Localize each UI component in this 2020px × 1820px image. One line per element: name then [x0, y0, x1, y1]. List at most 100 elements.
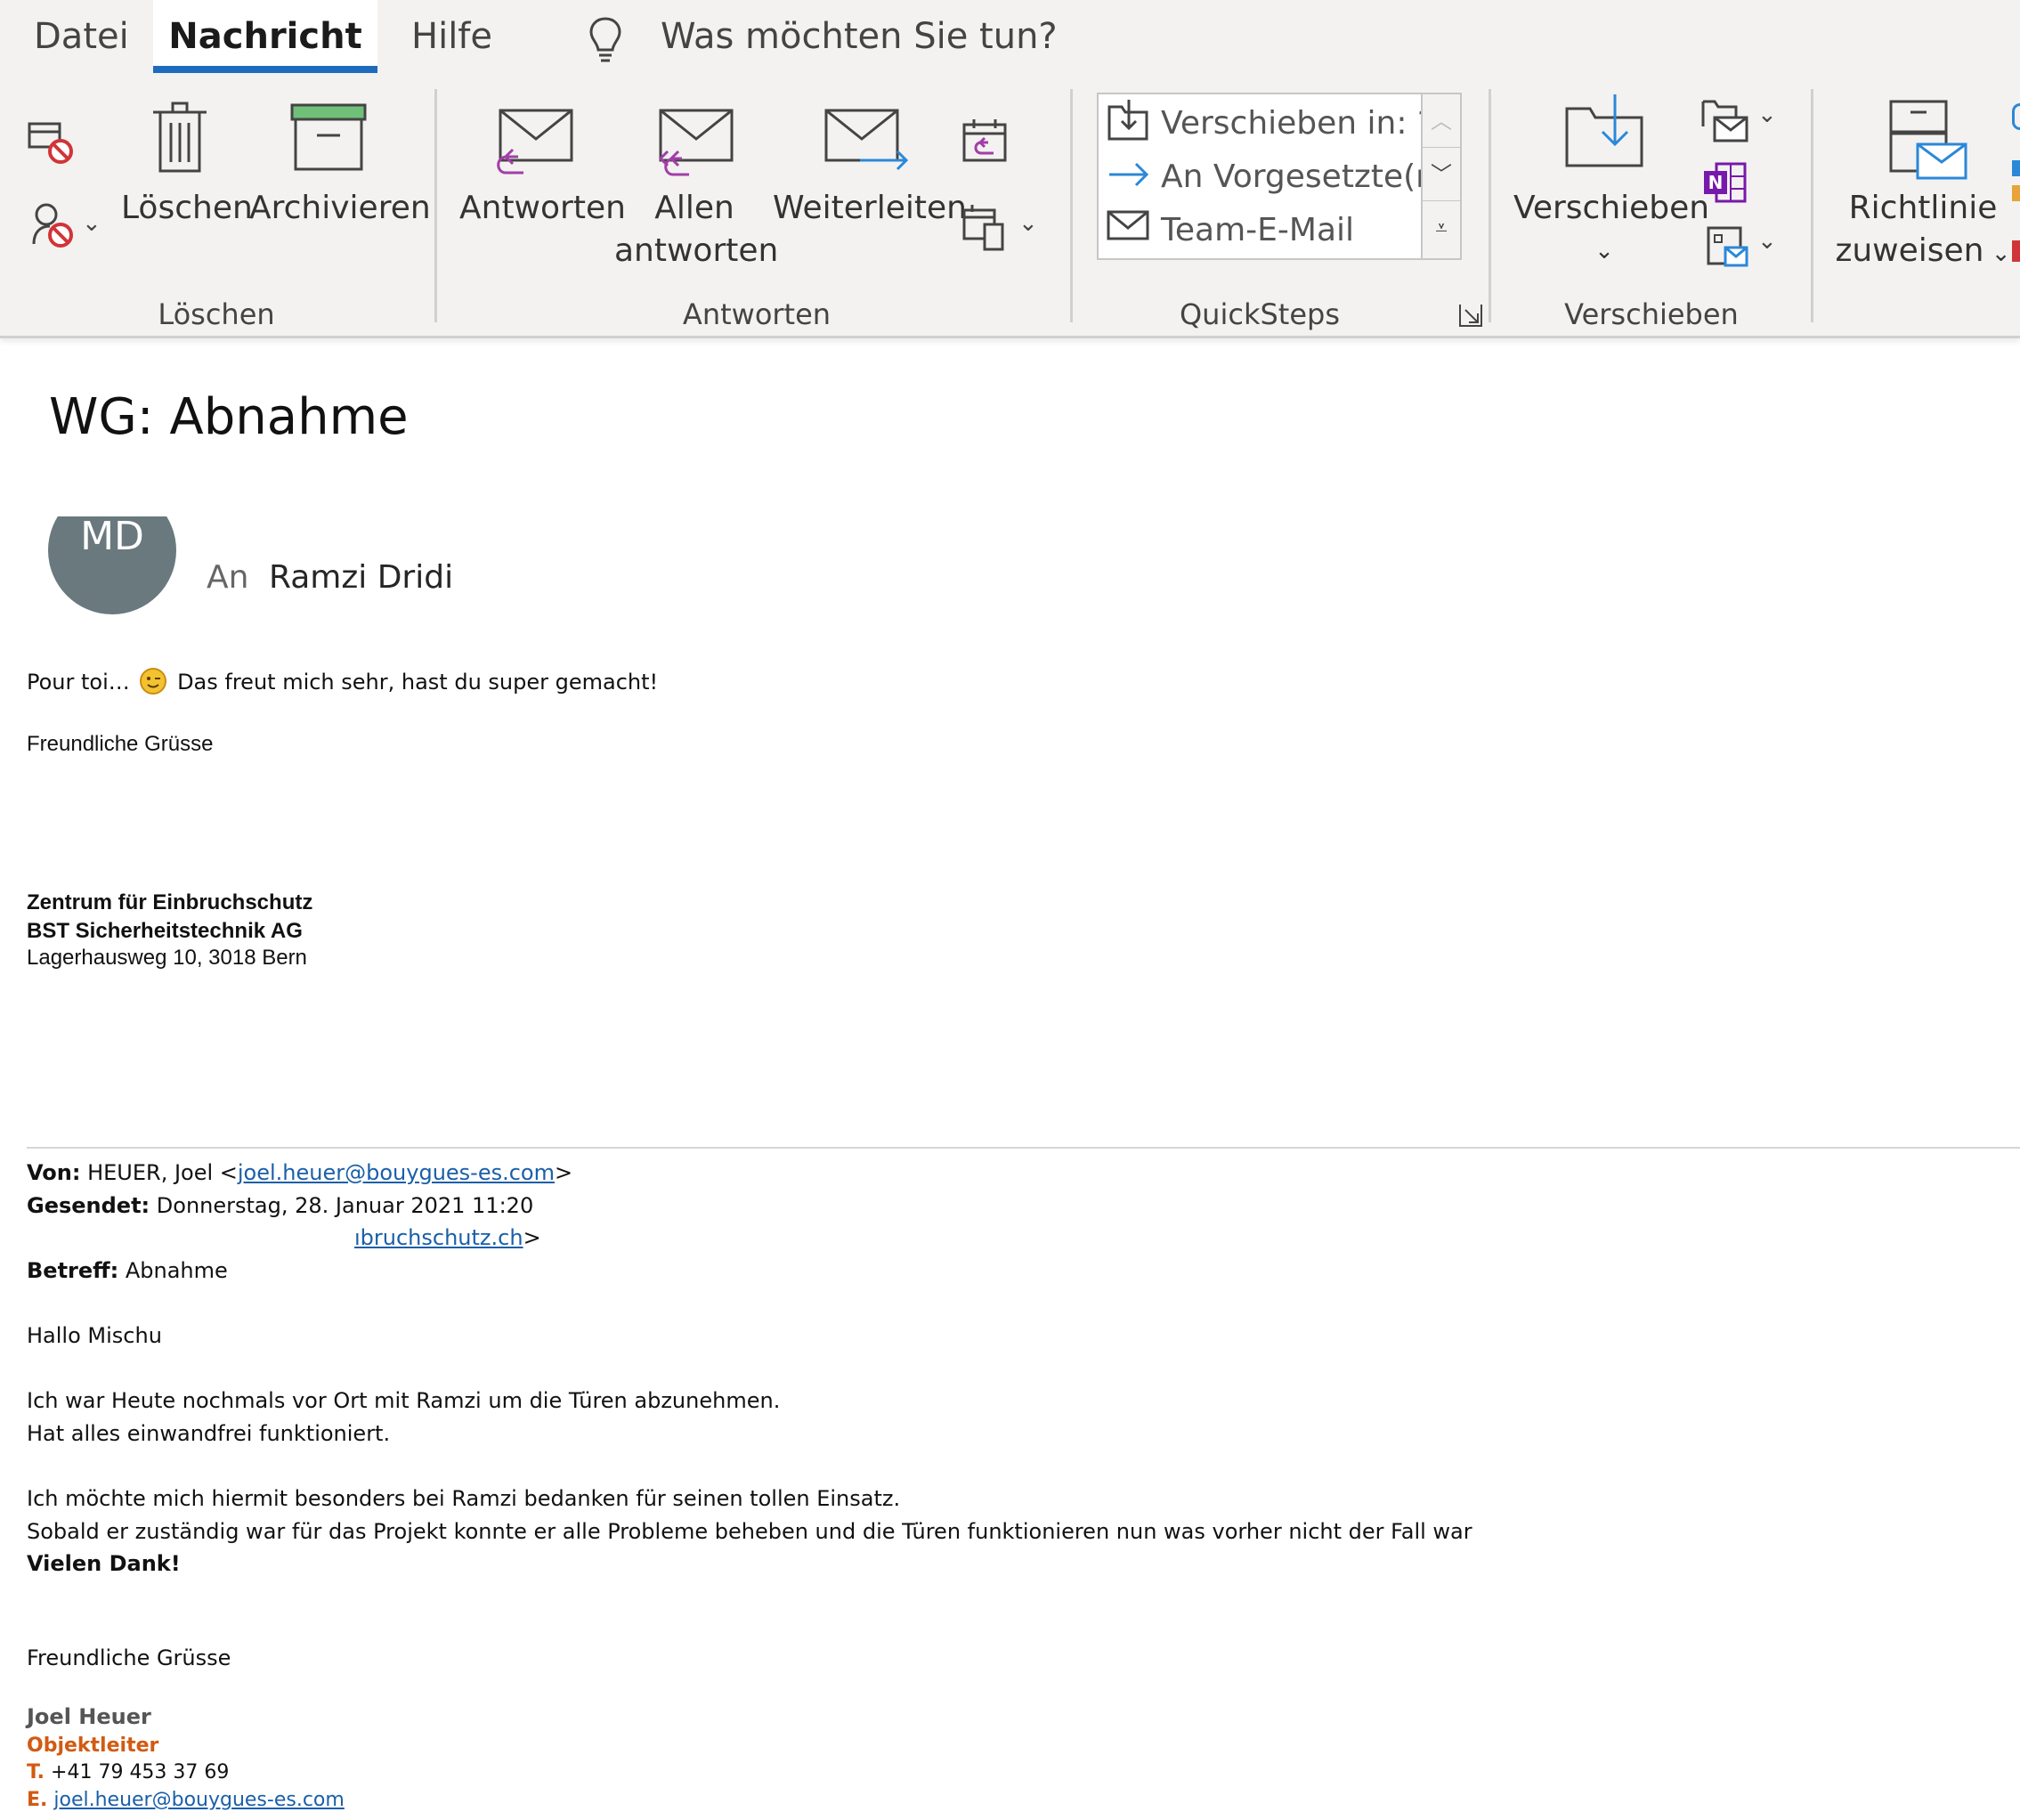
reply-all-label-line1: Allen — [654, 190, 734, 226]
reply-all-label-line2: antworten — [614, 232, 779, 269]
avatar[interactable]: MD — [48, 516, 176, 614]
group-separator — [1811, 89, 1813, 322]
scroll-down-icon[interactable]: ﹀ — [1423, 148, 1460, 201]
from-close: > — [555, 1160, 573, 1185]
reply-button[interactable]: Antworten — [459, 187, 626, 230]
archive-button[interactable]: Archivieren — [249, 187, 431, 230]
reply-all-button[interactable]: Allen antworten — [614, 187, 779, 272]
svg-text:N: N — [1708, 172, 1724, 193]
scroll-up-icon[interactable]: ︿ — [1423, 94, 1460, 148]
group-separator — [1489, 89, 1491, 322]
sender-phone: T. +41 79 453 37 69 — [27, 1761, 229, 1783]
chevron-down-icon[interactable]: ⌄ — [1757, 228, 1777, 255]
assign-policy-icon — [1889, 100, 1967, 180]
sender-email-link[interactable]: joel.heuer@bouygues-es.com — [53, 1789, 344, 1811]
paragraph-1-line-2: Hat alles einwandfrei funktioniert. — [27, 1421, 391, 1446]
forward-label: Weiterleiten — [773, 190, 967, 226]
to-close: > — [523, 1225, 541, 1250]
chevron-down-icon[interactable]: ⌄ — [1018, 210, 1038, 237]
quickstep-move-to[interactable]: Verschieben in: ? — [1161, 105, 1434, 142]
paragraph-2-line-1: Ich möchte mich hiermit besonders bei Ra… — [27, 1486, 901, 1511]
reply-with-meeting-icon[interactable] — [961, 118, 1008, 164]
from-email-link[interactable]: joel.heuer@bouygues-es.com — [238, 1160, 555, 1185]
email-label: E. — [27, 1789, 48, 1811]
ribbon: Datei Nachricht Hilfe Was möchten Sie tu… — [0, 0, 2020, 338]
signature-org-2: BST Sicherheitstechnik AG — [27, 919, 303, 943]
trash-icon — [153, 102, 207, 173]
more-respond-icon[interactable] — [961, 201, 1008, 251]
quickstep-to-manager[interactable]: An Vorgesetzte(n) — [1161, 158, 1448, 195]
tell-me-search[interactable]: Was möchten Sie tun? — [661, 16, 1058, 57]
to-email-link[interactable]: ıbruchschutz.ch — [354, 1225, 523, 1250]
forward-sent: Gesendet: Donnerstag, 28. Januar 2021 11… — [27, 1193, 533, 1218]
dialog-launcher-icon[interactable] — [1458, 303, 1483, 328]
tab-hilfe[interactable]: Hilfe — [411, 16, 492, 57]
sent-label: Gesendet: — [27, 1193, 150, 1218]
delete-label: Löschen — [121, 190, 253, 226]
reply-icon — [497, 109, 573, 175]
forward-greeting: Freundliche Grüsse — [27, 1645, 231, 1670]
junk-icon[interactable] — [30, 201, 77, 249]
quicksteps-scrollbar[interactable]: ︿ ﹀ ⩡ — [1421, 94, 1460, 258]
quicksteps-gallery: Verschieben in: ? An Vorgesetzte(n) Team… — [1097, 93, 1462, 260]
forward-from: Von: HEUER, Joel <joel.heuer@bouygues-es… — [27, 1160, 572, 1185]
signature-address: Lagerhausweg 10, 3018 Bern — [27, 946, 307, 970]
tab-nachricht[interactable]: Nachricht — [153, 0, 377, 73]
chevron-down-icon[interactable]: ⌄ — [1757, 102, 1777, 128]
group-separator — [1070, 89, 1073, 322]
intro-text-a: Pour toi… — [27, 670, 130, 695]
lightbulb-icon — [589, 17, 621, 62]
move-label: Verschieben — [1513, 190, 1710, 226]
recipient-name[interactable]: Ramzi Dridi — [269, 559, 453, 596]
group-label-loeschen: Löschen — [158, 297, 275, 331]
message-subject: WG: Abnahme — [49, 388, 409, 446]
group-label-quicksteps: QuickSteps — [1179, 297, 1340, 331]
group-label-antworten: Antworten — [682, 297, 832, 331]
tag-icon[interactable] — [2012, 103, 2020, 130]
tab-datei[interactable]: Datei — [34, 16, 129, 57]
thanks-line: Vielen Dank! — [27, 1551, 181, 1576]
move-to-folder-icon — [1107, 100, 1148, 141]
salutation: Hallo Mischu — [27, 1323, 162, 1348]
wink-emoji-icon — [140, 668, 167, 695]
chevron-down-icon: ⌄ — [1594, 238, 1614, 264]
group-label-verschieben: Verschieben — [1564, 297, 1739, 331]
assign-policy-label-line2: zuweisen — [1835, 232, 1984, 269]
intro-text-b: Das freut mich sehr, hast du super gemac… — [177, 670, 659, 695]
move-folder-icon — [1565, 94, 1643, 167]
from-name: HEUER, Joel < — [87, 1160, 238, 1185]
intro-line: Pour toi… Das freut mich sehr, hast du s… — [27, 668, 658, 695]
signature-org-1: Zentrum für Einbruchschutz — [27, 890, 313, 914]
avatar-initials: MD — [48, 516, 176, 614]
to-label: An — [207, 559, 249, 596]
greeting: Freundliche Grüsse — [27, 732, 214, 756]
expand-gallery-icon[interactable]: ⩡ — [1423, 201, 1460, 255]
move-button[interactable]: Verschieben ⌄ — [1513, 187, 1710, 272]
delete-button[interactable]: Löschen — [121, 187, 253, 230]
reply-all-icon — [658, 109, 734, 176]
rules-icon[interactable] — [1700, 96, 1750, 142]
category-icon[interactable] — [2012, 185, 2020, 201]
chevron-down-icon[interactable]: ⌄ — [82, 210, 101, 237]
arrow-right-icon — [1109, 162, 1149, 187]
phone-value: +41 79 453 37 69 — [51, 1761, 230, 1783]
forward-button[interactable]: Weiterleiten — [773, 187, 967, 230]
assign-policy-button[interactable]: Richtlinie zuweisen ⌄ — [1834, 187, 2012, 275]
sender-name: Joel Heuer — [27, 1704, 151, 1729]
flag-icon[interactable] — [2012, 240, 2020, 262]
forward-divider — [27, 1147, 2020, 1149]
assign-policy-label-line1: Richtlinie — [1848, 190, 1998, 226]
phone-label: T. — [27, 1761, 45, 1783]
forward-icon — [824, 109, 909, 171]
subject-label: Betreff: — [27, 1258, 119, 1283]
onenote-icon[interactable]: N — [1702, 160, 1747, 205]
archive-label: Archivieren — [249, 190, 431, 226]
group-separator — [434, 89, 437, 322]
category-icon[interactable] — [2012, 160, 2020, 176]
sender-email: E. joel.heuer@bouygues-es.com — [27, 1789, 345, 1811]
paragraph-1-line-1: Ich war Heute nochmals vor Ort mit Ramzi… — [27, 1388, 781, 1413]
actions-icon[interactable] — [1706, 223, 1750, 269]
chevron-down-icon: ⌄ — [1983, 240, 2011, 267]
quickstep-team-email[interactable]: Team-E-Mail — [1161, 212, 1354, 248]
ignore-icon[interactable] — [27, 121, 77, 166]
